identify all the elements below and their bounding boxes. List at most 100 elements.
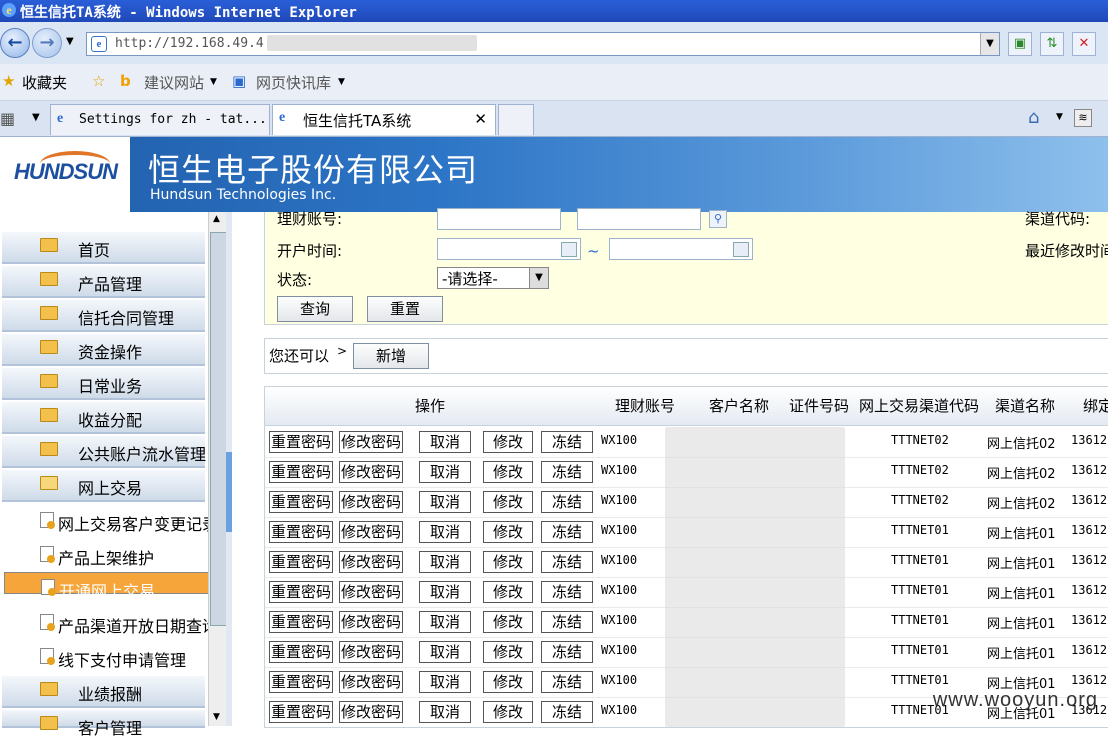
add-favorite-icon[interactable]: ☆ — [92, 72, 105, 90]
change-password-button[interactable]: 修改密码 — [339, 641, 403, 663]
edit-button[interactable]: 修改 — [483, 641, 533, 663]
sidebar-subitem-open-online-trading[interactable]: 开通网上交易 — [4, 572, 210, 601]
freeze-button[interactable]: 冻结 — [541, 701, 593, 723]
web-slice-dropdown-icon[interactable]: ▼ — [338, 77, 345, 87]
quick-tabs-icon[interactable]: ▦ — [0, 109, 15, 128]
change-password-button[interactable]: 修改密码 — [339, 521, 403, 543]
address-field[interactable]: e http://192.168.49.4 ▼ — [86, 32, 1000, 56]
edit-button[interactable]: 修改 — [483, 581, 533, 603]
freeze-button[interactable]: 冻结 — [541, 461, 593, 483]
edit-button[interactable]: 修改 — [483, 671, 533, 693]
sidebar-item-performance-fee[interactable]: 业绩报酬 — [2, 676, 205, 708]
reset-password-button[interactable]: 重置密码 — [269, 641, 333, 663]
freeze-button[interactable]: 冻结 — [541, 491, 593, 513]
cancel-button[interactable]: 取消 — [419, 431, 471, 453]
sidebar-item-public-account[interactable]: 公共账户流水管理 — [2, 436, 206, 468]
change-password-button[interactable]: 修改密码 — [339, 611, 403, 633]
reset-password-button[interactable]: 重置密码 — [269, 461, 333, 483]
close-tab-icon[interactable]: ✕ — [474, 110, 487, 128]
search-button[interactable]: 查询 — [277, 296, 353, 322]
edit-button[interactable]: 修改 — [483, 431, 533, 453]
change-password-button[interactable]: 修改密码 — [339, 701, 403, 723]
calendar-icon[interactable] — [733, 242, 749, 257]
scroll-up-icon[interactable]: ▲ — [213, 214, 220, 224]
change-password-button[interactable]: 修改密码 — [339, 431, 403, 453]
sidebar-item-products[interactable]: 产品管理 — [2, 266, 205, 298]
reset-password-button[interactable]: 重置密码 — [269, 551, 333, 573]
edit-button[interactable]: 修改 — [483, 611, 533, 633]
freeze-button[interactable]: 冻结 — [541, 521, 593, 543]
forward-button[interactable]: → — [32, 28, 62, 58]
history-dropdown-icon[interactable]: ▼ — [66, 36, 74, 47]
edit-button[interactable]: 修改 — [483, 521, 533, 543]
cancel-button[interactable]: 取消 — [419, 611, 471, 633]
reset-password-button[interactable]: 重置密码 — [269, 431, 333, 453]
home-dropdown-icon[interactable]: ▼ — [1056, 112, 1063, 122]
sidebar-item-customers[interactable]: 客户管理 — [2, 710, 205, 738]
edit-button[interactable]: 修改 — [483, 701, 533, 723]
edit-button[interactable]: 修改 — [483, 551, 533, 573]
reset-button[interactable]: 重置 — [367, 296, 443, 322]
home-icon[interactable]: ⌂ — [1028, 107, 1039, 128]
cancel-button[interactable]: 取消 — [419, 641, 471, 663]
compatibility-view-icon[interactable]: ▣ — [1008, 32, 1032, 56]
account-input-2[interactable] — [577, 208, 701, 230]
sidebar-subitem-product-shelf[interactable]: 产品上架维护 — [40, 540, 208, 570]
open-time-start-field[interactable] — [437, 238, 581, 260]
sidebar-subitem-channel-open-dates[interactable]: 产品渠道开放日期查询 — [40, 608, 218, 638]
freeze-button[interactable]: 冻结 — [541, 611, 593, 633]
change-password-button[interactable]: 修改密码 — [339, 671, 403, 693]
cancel-button[interactable]: 取消 — [419, 521, 471, 543]
change-password-button[interactable]: 修改密码 — [339, 461, 403, 483]
web-slice-gallery-link[interactable]: 网页快讯库 — [256, 72, 331, 93]
stop-icon[interactable]: ✕ — [1072, 32, 1096, 56]
sidebar-item-home[interactable]: 首页 — [2, 232, 205, 264]
suggested-sites-link[interactable]: 建议网站 — [144, 72, 204, 93]
freeze-button[interactable]: 冻结 — [541, 581, 593, 603]
freeze-button[interactable]: 冻结 — [541, 431, 593, 453]
sidebar-subitem-offline-payment[interactable]: 线下支付申请管理 — [40, 642, 208, 672]
edit-button[interactable]: 修改 — [483, 491, 533, 513]
cancel-button[interactable]: 取消 — [419, 581, 471, 603]
status-select[interactable]: -请选择- ▼ — [437, 267, 549, 289]
freeze-button[interactable]: 冻结 — [541, 671, 593, 693]
reset-password-button[interactable]: 重置密码 — [269, 701, 333, 723]
open-time-end-field[interactable] — [609, 238, 753, 260]
refresh-icon[interactable]: ⇅ — [1040, 32, 1064, 56]
sidebar-subitem-customer-changes[interactable]: 网上交易客户变更记录 — [40, 506, 218, 536]
edit-button[interactable]: 修改 — [483, 461, 533, 483]
calendar-icon[interactable] — [561, 242, 577, 257]
rss-feed-icon[interactable]: ≋ — [1074, 109, 1092, 127]
favorites-label[interactable]: 收藏夹 — [22, 72, 67, 93]
reset-password-button[interactable]: 重置密码 — [269, 671, 333, 693]
favorites-star-icon[interactable]: ★ — [2, 72, 15, 90]
suggested-dropdown-icon[interactable]: ▼ — [210, 77, 217, 87]
cancel-button[interactable]: 取消 — [419, 551, 471, 573]
add-button[interactable]: 新增 — [353, 343, 429, 369]
address-dropdown-icon[interactable]: ▼ — [980, 33, 999, 55]
cancel-button[interactable]: 取消 — [419, 671, 471, 693]
tab-active[interactable]: e 恒生信托TA系统 ✕ — [272, 104, 496, 135]
scrollbar-thumb[interactable] — [210, 232, 227, 626]
sidebar-scrollbar[interactable]: ▲ ▼ — [208, 212, 227, 726]
cancel-button[interactable]: 取消 — [419, 491, 471, 513]
cancel-button[interactable]: 取消 — [419, 701, 471, 723]
account-input-1[interactable] — [437, 208, 561, 230]
freeze-button[interactable]: 冻结 — [541, 641, 593, 663]
change-password-button[interactable]: 修改密码 — [339, 551, 403, 573]
freeze-button[interactable]: 冻结 — [541, 551, 593, 573]
search-icon[interactable]: ⚲ — [709, 210, 727, 228]
sidebar-item-contracts[interactable]: 信托合同管理 — [2, 300, 205, 332]
reset-password-button[interactable]: 重置密码 — [269, 491, 333, 513]
back-button[interactable]: ← — [0, 28, 30, 58]
change-password-button[interactable]: 修改密码 — [339, 491, 403, 513]
reset-password-button[interactable]: 重置密码 — [269, 611, 333, 633]
sidebar-item-income[interactable]: 收益分配 — [2, 402, 205, 434]
new-tab-button[interactable] — [498, 104, 534, 135]
tab-settings[interactable]: e Settings for zh - tat... — [50, 104, 270, 135]
reset-password-button[interactable]: 重置密码 — [269, 521, 333, 543]
sidebar-item-online-trading[interactable]: 网上交易 — [2, 470, 205, 502]
reset-password-button[interactable]: 重置密码 — [269, 581, 333, 603]
chevron-down-icon[interactable]: ▼ — [529, 268, 548, 288]
sidebar-item-daily[interactable]: 日常业务 — [2, 368, 205, 400]
